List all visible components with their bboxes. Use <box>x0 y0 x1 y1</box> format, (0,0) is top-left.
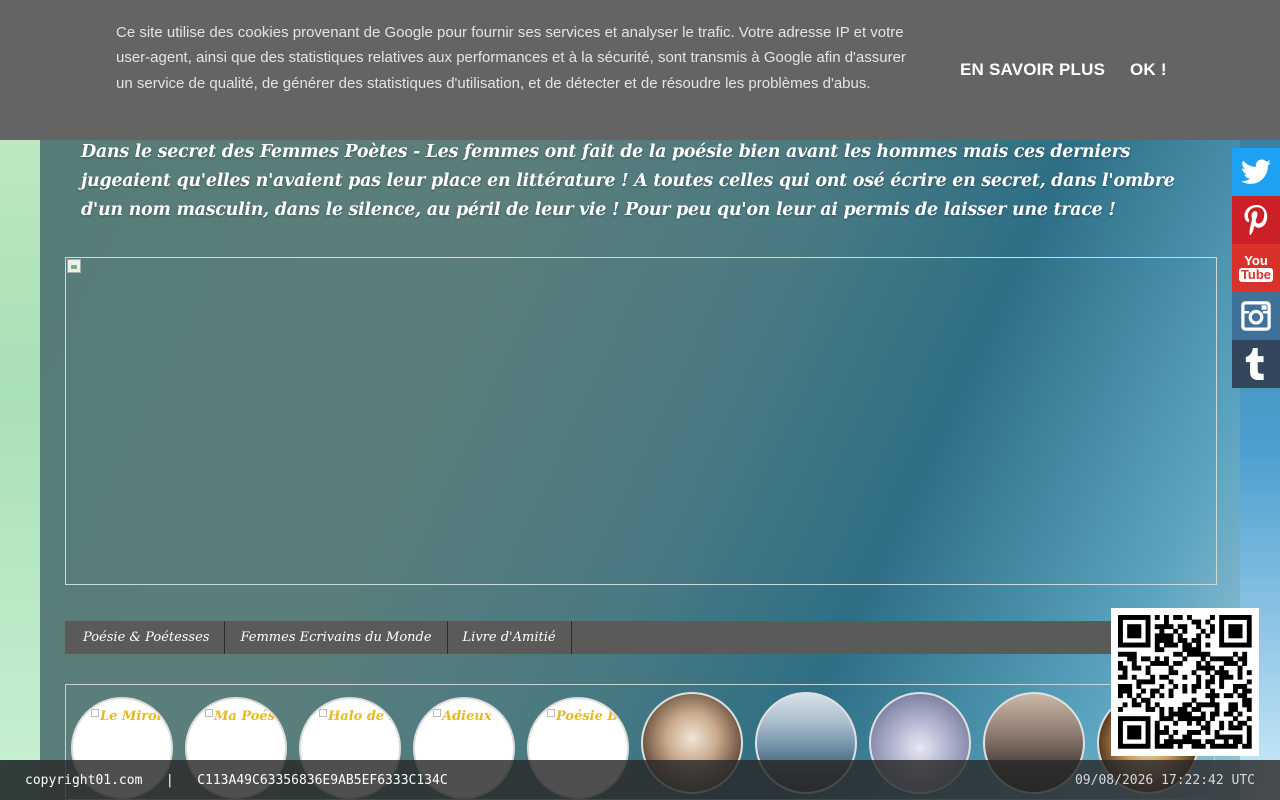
copyright-footer: copyright01.com | C113A49C63356836E9AB5E… <box>0 760 1280 800</box>
cookie-text: Ce site utilise des cookies provenant de… <box>116 24 906 92</box>
header-banner-image <box>65 257 1217 585</box>
footer-hash: C113A49C63356836E9AB5EF6333C134C <box>197 773 448 788</box>
twitter-button[interactable] <box>1232 148 1280 196</box>
tumblr-icon <box>1245 348 1264 380</box>
instagram-button[interactable] <box>1232 292 1280 340</box>
pinterest-button[interactable] <box>1232 196 1280 244</box>
footer-site: copyright01.com <box>25 773 143 788</box>
thumbnail-label: Le Miroir d <box>91 709 171 724</box>
qr-code-image <box>1118 615 1252 749</box>
thumbnail-label: Adieux <box>433 709 492 724</box>
background-left <box>0 140 40 760</box>
tumblr-button[interactable] <box>1232 340 1280 388</box>
youtube-icon: You Tube <box>1238 253 1274 282</box>
instagram-icon <box>1241 301 1271 331</box>
thumbnail-label: Halo de Lu <box>319 709 399 724</box>
nav-livre-amitie[interactable]: Livre d'Amitié <box>448 621 572 654</box>
youtube-icon-text-bottom: Tube <box>1238 267 1274 282</box>
thumbnail-label: Poésie Bou <box>547 709 627 724</box>
nav-poesie-poetesses[interactable]: Poésie & Poétesses <box>65 621 226 654</box>
twitter-icon <box>1241 159 1271 184</box>
main-navigation: Poésie & Poétesses Femmes Ecrivains du M… <box>65 621 1215 654</box>
qr-code <box>1111 608 1259 756</box>
thumbnail-label: Ma Poésie <box>205 709 285 724</box>
pinterest-icon <box>1244 205 1268 235</box>
cookie-banner: Ce site utilise des cookies provenant de… <box>0 0 1280 140</box>
learn-more-button[interactable]: EN SAVOIR PLUS <box>960 60 1105 80</box>
youtube-icon-text-top: You <box>1244 253 1268 268</box>
youtube-button[interactable]: You Tube <box>1232 244 1280 292</box>
footer-separator: | <box>165 773 174 788</box>
footer-timestamp: 09/08/2026 17:22:42 UTC <box>1074 773 1255 788</box>
broken-image-icon <box>67 259 81 273</box>
social-sidebar: You Tube <box>1232 148 1280 388</box>
ok-button[interactable]: OK ! <box>1130 60 1167 80</box>
footer-left: copyright01.com | C113A49C63356836E9AB5E… <box>25 773 448 788</box>
site-tagline: Dans le secret des Femmes Poètes - Les f… <box>81 142 1175 220</box>
nav-femmes-ecrivains[interactable]: Femmes Ecrivains du Monde <box>225 621 448 654</box>
